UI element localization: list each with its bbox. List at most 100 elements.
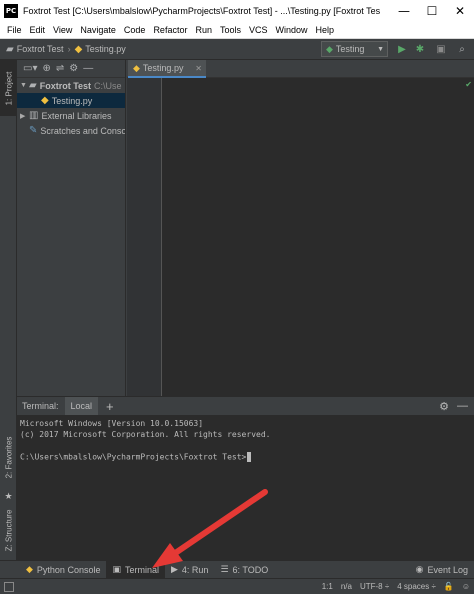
menu-code[interactable]: Code — [120, 25, 150, 35]
run-button[interactable]: ▶ — [395, 42, 409, 56]
project-view-selector-icon[interactable]: ▭▾ — [23, 63, 37, 74]
run-tool-label: 4: Run — [181, 564, 209, 575]
editor-tab-bar: ◆ Testing.py ✕ — [127, 60, 474, 78]
menu-help[interactable]: Help — [312, 25, 339, 35]
close-button[interactable]: ✕ — [446, 0, 474, 22]
line-separator-status[interactable]: n/a — [341, 582, 352, 591]
navigation-bar: ▰ Foxtrot Test › ◆ Testing.py ◆ Testing … — [0, 39, 474, 60]
close-icon[interactable]: ✕ — [195, 64, 202, 73]
tab-project[interactable]: 1: Project — [0, 60, 17, 116]
gear-icon[interactable]: ⚙ — [439, 400, 449, 413]
project-panel: ▭▾ ⊕ ⇌ ⚙ — ▼ ▰ Foxtrot Test C:\Use ◆ Tes… — [17, 60, 126, 396]
menu-run[interactable]: Run — [191, 25, 216, 35]
terminal-line: (c) 2017 Microsoft Corporation. All righ… — [20, 430, 271, 439]
breadcrumb-file[interactable]: ◆ Testing.py — [75, 44, 126, 55]
window-title: Foxtrot Test [C:\Users\mbalslow\PycharmP… — [23, 6, 381, 16]
inspection-ok-icon: ✔ — [465, 80, 472, 89]
chevron-down-icon[interactable]: ▼ — [20, 82, 29, 89]
tab-structure-label: Z: Structure — [4, 509, 14, 551]
indent-status[interactable]: 4 spaces ÷ — [397, 582, 436, 591]
tool-windows-toggle-icon[interactable] — [4, 581, 14, 592]
run-configuration-label: Testing — [335, 44, 365, 54]
menu-vcs[interactable]: VCS — [245, 25, 272, 35]
chevron-right-icon[interactable]: ▶ — [20, 112, 29, 120]
coverage-icon: ▣ — [436, 43, 446, 55]
inspector-icon[interactable]: ☺ — [462, 582, 470, 591]
tree-item-label: Scratches and Conso — [40, 125, 126, 136]
hide-panel-icon[interactable]: — — [83, 63, 93, 74]
play-icon: ▶ — [171, 564, 178, 574]
left-tool-strip: 1: Project 2: Favorites ★ Z: Structure — [0, 60, 17, 560]
terminal-button[interactable]: ▣ Terminal — [106, 560, 165, 579]
todo-icon: ☰ — [220, 564, 229, 574]
tab-project-label: 1: Project — [4, 71, 14, 105]
event-log-icon: ◉ — [415, 564, 424, 574]
scratches-icon: ✎ — [29, 125, 38, 136]
breadcrumb-project-label: Foxtrot Test — [16, 44, 64, 54]
menu-window[interactable]: Window — [272, 25, 312, 35]
lock-icon[interactable]: 🔓 — [444, 582, 454, 591]
tree-item-label: External Libraries — [41, 110, 112, 121]
collapse-all-icon[interactable]: ⇌ — [56, 63, 64, 74]
python-run-config-icon: ◆ — [326, 43, 333, 54]
menu-tools[interactable]: Tools — [216, 25, 245, 35]
scroll-from-source-icon[interactable]: ⊕ — [42, 63, 50, 74]
breadcrumb-separator: › — [67, 44, 71, 54]
python-file-icon: ◆ — [133, 62, 140, 73]
tree-item-label: Testing.py — [51, 95, 93, 106]
menu-view[interactable]: View — [49, 25, 76, 35]
event-log-button[interactable]: ◉ Event Log — [410, 561, 474, 579]
python-console-button[interactable]: ◆ Python Console — [20, 561, 106, 579]
maximize-button[interactable]: ☐ — [418, 0, 446, 22]
tree-item-path: C:\Use — [94, 80, 122, 91]
terminal-button-label: Terminal — [124, 564, 159, 575]
breadcrumb-project[interactable]: ▰ Foxtrot Test — [6, 44, 64, 55]
editor-gutter — [127, 78, 162, 396]
tree-item-label: Foxtrot Test — [39, 80, 92, 91]
menu-edit[interactable]: Edit — [26, 25, 50, 35]
folder-icon: ▰ — [6, 43, 14, 55]
run-tool-button[interactable]: ▶ 4: Run — [165, 561, 214, 579]
library-icon: ▥ — [29, 110, 39, 121]
todo-button[interactable]: ☰ 6: TODO — [214, 561, 274, 579]
python-file-icon: ◆ — [41, 95, 49, 106]
cursor-position[interactable]: 1:1 — [322, 582, 333, 591]
terminal-prompt: C:\Users\mbalslow\PycharmProjects\Foxtro… — [20, 452, 247, 462]
terminal-tab-local[interactable]: Local — [64, 396, 99, 416]
play-icon: ▶ — [398, 43, 406, 55]
python-file-icon: ◆ — [74, 43, 83, 55]
chevron-down-icon: ▼ — [377, 45, 384, 53]
search-everywhere-button[interactable]: ⌕ — [455, 42, 469, 56]
folder-icon: ▰ — [29, 80, 37, 91]
coverage-button[interactable]: ▣ — [434, 42, 448, 56]
new-terminal-plus-icon[interactable]: + — [106, 399, 114, 414]
run-configuration-dropdown[interactable]: ◆ Testing ▼ — [321, 41, 388, 57]
tree-item-project-root[interactable]: ▼ ▰ Foxtrot Test C:\Use — [17, 78, 125, 93]
code-editor[interactable]: ✔ — [127, 78, 474, 396]
menu-navigate[interactable]: Navigate — [76, 25, 120, 35]
breadcrumb-file-label: Testing.py — [85, 44, 126, 54]
gear-icon[interactable]: ⚙ — [69, 63, 78, 74]
minimize-button[interactable]: — — [390, 0, 418, 22]
terminal-header: Terminal: Local + ⚙ — — [17, 396, 474, 416]
terminal-output[interactable]: Microsoft Windows [Version 10.0.15063] (… — [17, 415, 474, 560]
debug-button[interactable]: ✱ — [413, 42, 427, 56]
encoding-status[interactable]: UTF-8 ÷ — [360, 582, 389, 591]
menu-file[interactable]: File — [3, 25, 26, 35]
menu-bar: File Edit View Navigate Code Refactor Ru… — [0, 22, 474, 39]
terminal-icon: ▣ — [112, 564, 121, 574]
tree-item-testing-py[interactable]: ◆ Testing.py — [17, 93, 125, 108]
hide-panel-icon[interactable]: — — [457, 400, 468, 412]
editor-tab-label: Testing.py — [142, 63, 184, 73]
tab-structure[interactable]: Z: Structure — [0, 500, 17, 560]
terminal-cursor — [247, 452, 252, 462]
project-panel-toolbar: ▭▾ ⊕ ⇌ ⚙ — — [17, 60, 125, 78]
editor-tab-testing-py[interactable]: ◆ Testing.py ✕ — [128, 60, 206, 78]
tab-favorites[interactable]: 2: Favorites — [0, 422, 17, 492]
tree-item-external-libraries[interactable]: ▶ ▥ External Libraries — [17, 108, 125, 123]
menu-refactor[interactable]: Refactor — [149, 25, 191, 35]
tree-item-scratches[interactable]: ✎ Scratches and Conso — [17, 123, 125, 138]
bug-icon: ✱ — [415, 43, 425, 55]
tab-favorites-label: 2: Favorites — [4, 436, 14, 478]
